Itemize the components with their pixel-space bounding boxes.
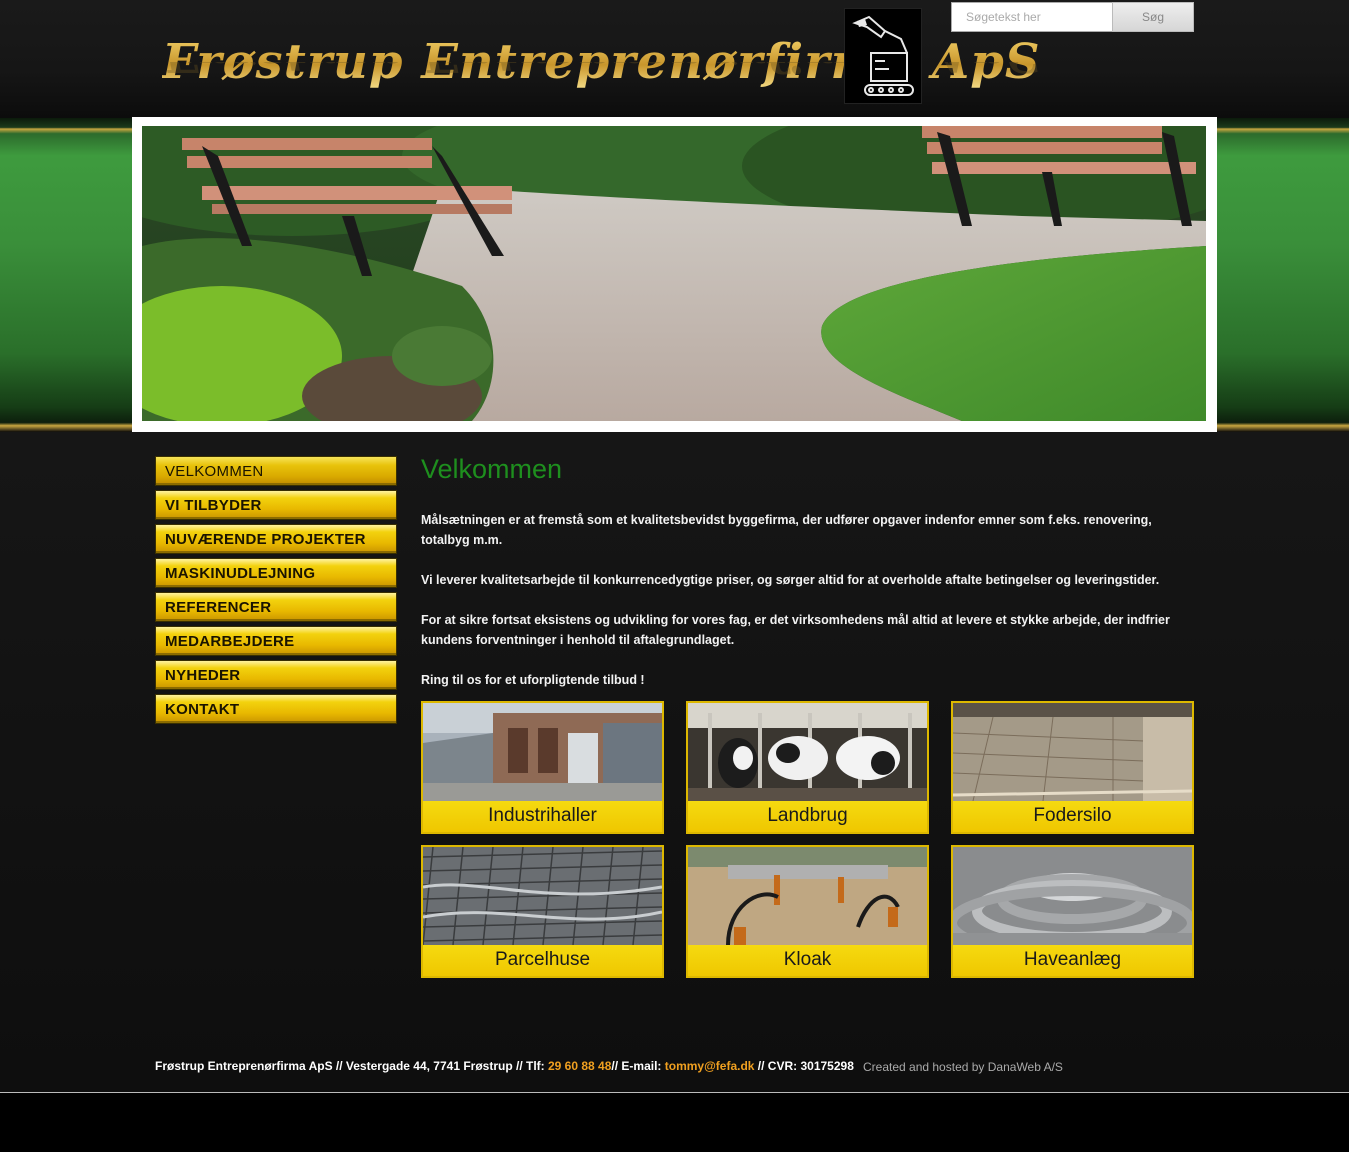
fodersilo-image: [953, 703, 1192, 801]
nav-item-kontakt[interactable]: KONTAKT: [155, 694, 397, 724]
excavator-logo-icon: [844, 8, 922, 104]
nav-item-nuvaerende-projekter[interactable]: NUVÆRENDE PROJEKTER: [155, 524, 397, 554]
banner-image: [142, 126, 1206, 421]
tile-landbrug[interactable]: Landbrug: [686, 701, 929, 834]
tile-parcelhuse[interactable]: Parcelhuse: [421, 845, 664, 978]
intro-paragraph-4: Ring til os for et uforpligtende tilbud …: [421, 673, 645, 687]
nav-item-vi-tilbyder[interactable]: VI TILBYDER: [155, 490, 397, 520]
nav-item-referencer[interactable]: REFERENCER: [155, 592, 397, 622]
landbrug-image: [688, 703, 927, 801]
banner-frame: [132, 117, 1217, 432]
nav-item-velkommen[interactable]: VELKOMMEN: [155, 456, 397, 486]
search-button[interactable]: Søg: [1112, 2, 1194, 32]
footer-cvr: // CVR: 30175298: [754, 1059, 854, 1073]
tile-label: Landbrug: [688, 801, 927, 832]
kloak-image: [688, 847, 927, 945]
footer-email-label: // E-mail:: [611, 1059, 665, 1073]
tile-kloak[interactable]: Kloak: [686, 845, 929, 978]
tile-label: Haveanlæg: [953, 945, 1192, 976]
nav-item-nyheder[interactable]: NYHEDER: [155, 660, 397, 690]
intro-paragraph-3: For at sikre fortsat eksistens og udvikl…: [421, 613, 1170, 647]
nav-item-medarbejdere[interactable]: MEDARBEJDERE: [155, 626, 397, 656]
footer-divider: [0, 1092, 1349, 1093]
footer-email-link[interactable]: tommy@fefa.dk: [665, 1059, 755, 1073]
footer-address: // Vestergade 44, 7741 Frøstrup // Tlf:: [332, 1059, 548, 1073]
intro-paragraph-1: Målsætningen er at fremstå som et kvalit…: [421, 513, 1152, 547]
intro-paragraph-2: Vi leverer kvalitetsarbejde til konkurre…: [421, 573, 1160, 587]
tile-label: Parcelhuse: [423, 945, 662, 976]
tile-label: Kloak: [688, 945, 927, 976]
search-input[interactable]: [951, 2, 1113, 32]
page-title: Velkommen: [421, 454, 563, 484]
nav-item-maskinudlejning[interactable]: MASKINUDLEJNING: [155, 558, 397, 588]
main-nav: VELKOMMEN VI TILBYDER NUVÆRENDE PROJEKTE…: [155, 456, 397, 728]
tile-fodersilo[interactable]: Fodersilo: [951, 701, 1194, 834]
industrihaller-image: [423, 703, 662, 801]
parcelhuse-image: [423, 847, 662, 945]
tile-industrihaller[interactable]: Industrihaller: [421, 701, 664, 834]
tile-haveanlaeg[interactable]: Haveanlæg: [951, 845, 1194, 978]
footer-company: Frøstrup Entreprenørfirma ApS: [155, 1059, 333, 1073]
footer-phone[interactable]: 29 60 88 48: [548, 1059, 611, 1073]
footer-credit-link[interactable]: Created and hosted by DanaWeb A/S: [863, 1060, 1063, 1074]
haveanlaeg-image: [953, 847, 1192, 945]
tile-label: Fodersilo: [953, 801, 1192, 832]
footer-contact: Frøstrup Entreprenørfirma ApS // Vesterg…: [155, 1059, 854, 1073]
tile-label: Industrihaller: [423, 801, 662, 832]
